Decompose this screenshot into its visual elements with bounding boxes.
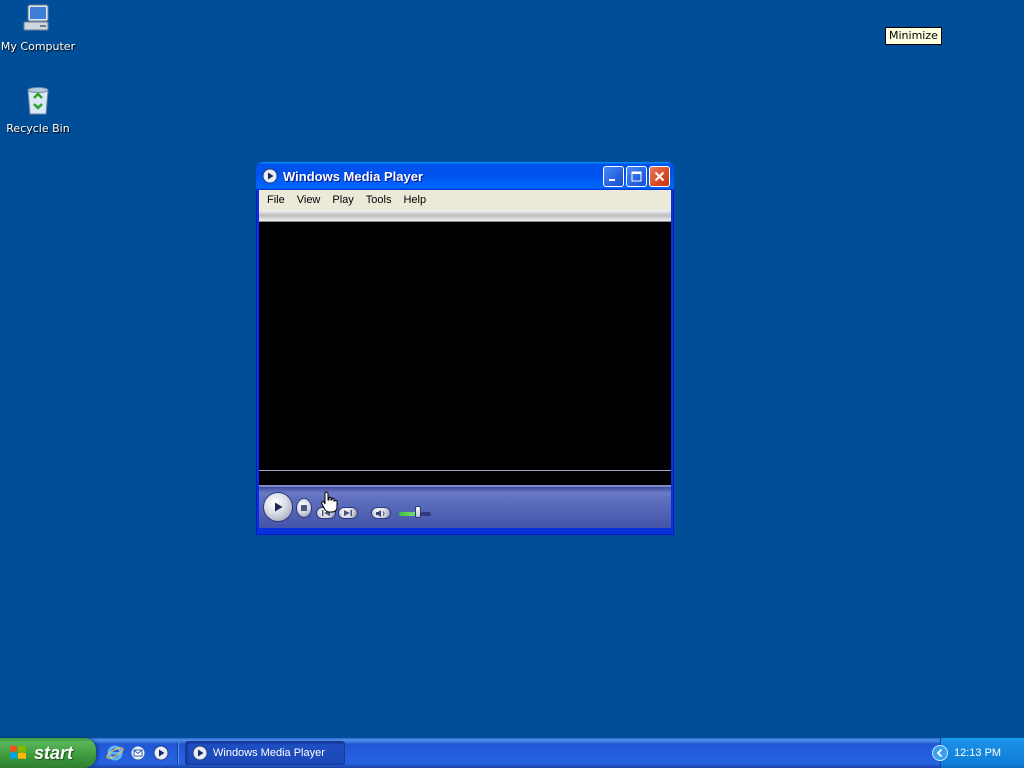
quick-launch-internet-explorer[interactable] [106, 744, 124, 762]
taskbar-button-label: Windows Media Player [213, 747, 325, 759]
top-divider-bar [259, 210, 671, 222]
taskbar-button-media-player[interactable]: Windows Media Player [185, 741, 345, 765]
hand-cursor-icon [321, 491, 338, 513]
start-label: start [34, 742, 74, 763]
desktop-icon-recycle-bin[interactable]: Recycle Bin [0, 84, 76, 135]
menu-help[interactable]: Help [397, 191, 432, 209]
internet-explorer-icon [106, 745, 124, 761]
play-icon [275, 502, 283, 512]
mute-icon [376, 509, 385, 517]
my-computer-icon [23, 4, 49, 31]
stop-button[interactable] [296, 498, 312, 518]
next-icon [344, 510, 352, 516]
clock[interactable]: 12:13 PM [954, 747, 1001, 759]
media-player-icon [153, 745, 169, 761]
menu-tools[interactable]: Tools [360, 191, 398, 209]
outlook-express-icon [130, 745, 146, 761]
quick-launch-media-player[interactable] [152, 744, 170, 762]
minimize-tooltip: Minimize [885, 27, 942, 45]
minimize-button[interactable] [603, 165, 624, 187]
status-strip [259, 471, 671, 485]
desktop-icon-label: My Computer [0, 40, 76, 53]
media-player-icon [262, 168, 278, 184]
maximize-button[interactable] [626, 165, 647, 187]
quick-launch [106, 742, 185, 764]
system-tray: 12:13 PM [932, 738, 1024, 768]
windows-logo-icon [10, 745, 26, 759]
menu-view[interactable]: View [291, 191, 327, 209]
desktop-icon-my-computer[interactable]: My Computer [0, 2, 76, 53]
show-hidden-icons-chevron-icon[interactable] [932, 745, 948, 761]
desktop-icon-label: Recycle Bin [6, 122, 70, 135]
menu-file[interactable]: File [261, 191, 291, 209]
window-titlebar[interactable]: Windows Media Player [256, 162, 674, 190]
quick-launch-outlook-express[interactable] [129, 744, 147, 762]
volume-slider-thumb[interactable] [415, 506, 421, 518]
window-title: Windows Media Player [283, 168, 424, 184]
media-player-window: Windows Media Player File View Play Tool… [256, 162, 674, 535]
recycle-bin-icon [27, 87, 49, 115]
next-button[interactable] [338, 507, 358, 519]
menu-bar: File View Play Tools Help [259, 190, 671, 210]
start-button[interactable]: start [0, 738, 96, 768]
taskbar: start Windows Media Player 12:13 PM [0, 738, 1024, 768]
maximize-icon [631, 171, 642, 181]
close-icon [654, 171, 665, 181]
video-area[interactable] [259, 222, 671, 471]
media-player-icon [192, 745, 208, 761]
quick-launch-separator [177, 742, 179, 764]
minimize-icon [609, 178, 615, 181]
menu-play[interactable]: Play [326, 191, 359, 209]
stop-icon [301, 505, 307, 511]
close-button[interactable] [649, 165, 670, 187]
play-button[interactable] [263, 492, 293, 522]
mute-button[interactable] [371, 507, 391, 519]
